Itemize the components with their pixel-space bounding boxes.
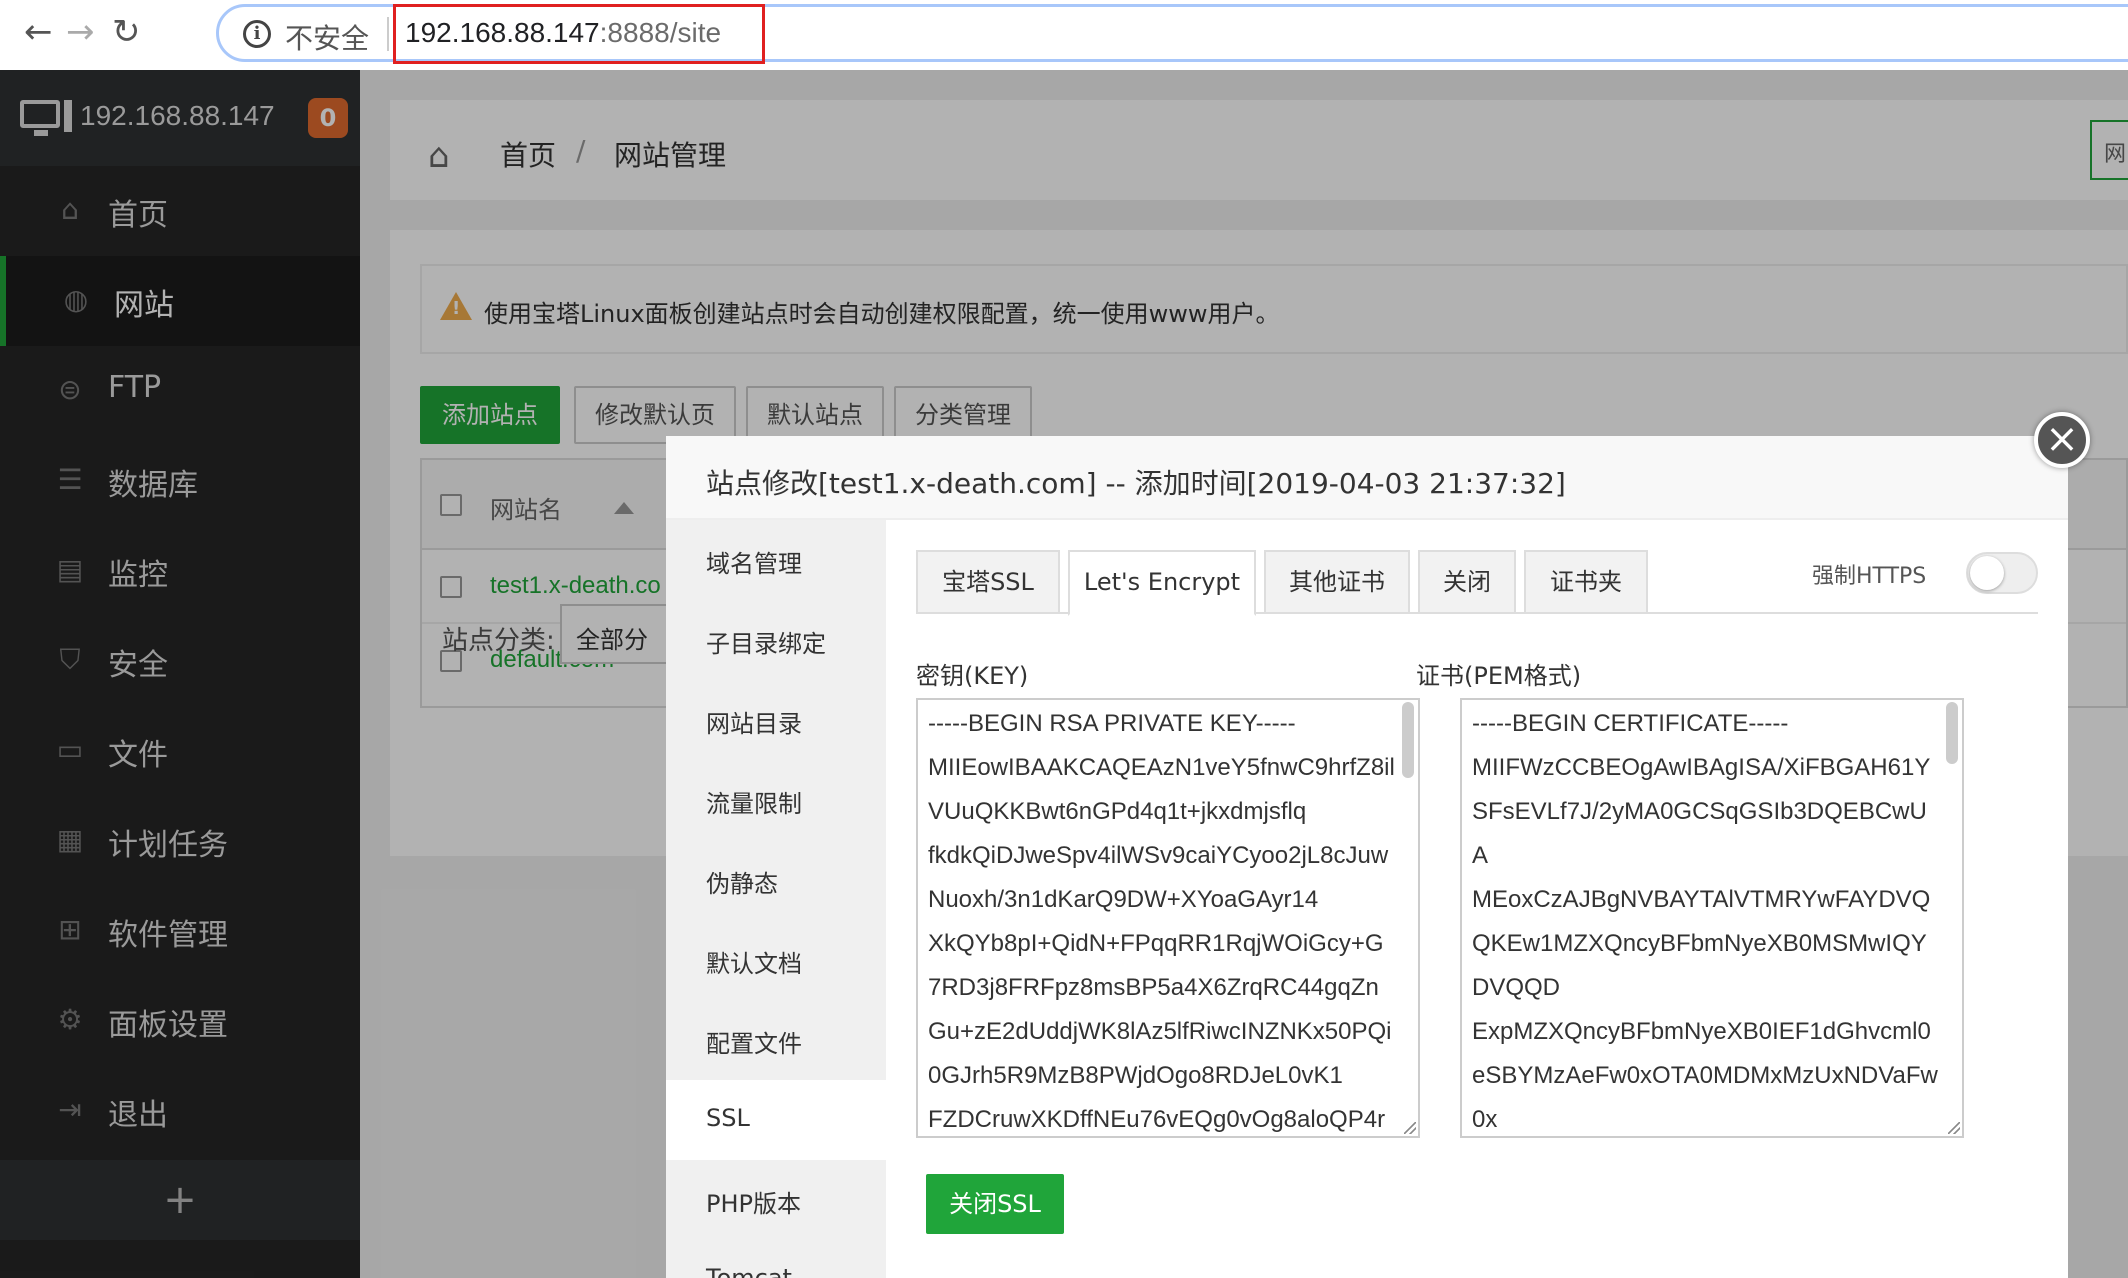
divider	[387, 17, 389, 51]
key-line: fkdkQiDJweSpv4ilWSv9caiYCyoo2jL8cJuw	[928, 842, 1389, 869]
key-label: 密钥(KEY)	[916, 662, 1029, 690]
tab-lets-encrypt[interactable]: Let's Encrypt	[1068, 550, 1256, 616]
browser-toolbar: ← → ↻ i 不安全 192.168.88.147:8888/site	[0, 0, 2128, 70]
key-line: Gu+zE2dUddjWK8lAz5lfRiwcINZNKx50PQi	[928, 1018, 1392, 1045]
key-line: 7RD3j8FRFpz8msBP5a4X6ZrqRC44gqZn	[928, 974, 1379, 1001]
modal-nav-site-dir[interactable]: 网站目录	[666, 680, 886, 760]
modal-nav-domain[interactable]: 域名管理	[666, 520, 886, 600]
url-text[interactable]: 192.168.88.147:8888/site	[405, 17, 721, 49]
nav-label: 流量限制	[706, 790, 802, 818]
key-line: VUuQKKBwt6nGPd4q1t+jkxdmjsflq	[928, 798, 1307, 825]
key-scrollbar[interactable]	[1402, 702, 1414, 778]
nav-label: PHP版本	[706, 1190, 801, 1218]
nav-label: SSL	[706, 1104, 750, 1132]
key-line: -----BEGIN RSA PRIVATE KEY-----	[928, 710, 1296, 737]
modal-nav-rewrite[interactable]: 伪静态	[666, 840, 886, 920]
insecure-label: 不安全	[285, 22, 370, 55]
cert-line: ExpMZXQncyBFbmNyeXB0IEF1dGhvcml0	[1472, 1018, 1931, 1045]
key-line: Nuoxh/3n1dKarQ9DW+XYoaGAyr14	[928, 886, 1319, 913]
cert-line: DVQQD	[1472, 974, 1561, 1001]
modal-header: 站点修改[test1.x-death.com] -- 添加时间[2019-04-…	[666, 436, 2068, 520]
modal-nav-default-doc[interactable]: 默认文档	[666, 920, 886, 1000]
key-line: MIIEowIBAAKCAQEAzN1veY5fnwC9hrfZ8il	[928, 754, 1395, 781]
cert-line: MEoxCzAJBgNVBAYTAlVTMRYwFAYDVQ	[1472, 886, 1931, 913]
force-https-toggle[interactable]	[1966, 552, 2038, 594]
modal-title: 站点修改[test1.x-death.com] -- 添加时间[2019-04-…	[706, 467, 1566, 500]
tab-other-cert[interactable]: 其他证书	[1264, 550, 1410, 614]
site-edit-modal: 站点修改[test1.x-death.com] -- 添加时间[2019-04-…	[666, 436, 2068, 1278]
resize-handle-icon[interactable]	[1404, 1122, 1416, 1134]
tab-close[interactable]: 关闭	[1418, 550, 1516, 614]
key-line: 0GJrh5R9MzB8PWjdOgo8RDJeL0vK1	[928, 1062, 1343, 1089]
modal-nav-php[interactable]: PHP版本	[666, 1160, 886, 1240]
cert-line: eSBYMzAeFw0xOTA0MDMxMzUxNDVaFw	[1472, 1062, 1938, 1089]
cert-line: A	[1472, 842, 1489, 869]
modal-side-nav: 域名管理 子目录绑定 网站目录 流量限制 伪静态 默认文档 配置文件 SSL P…	[666, 520, 886, 1278]
close-ssl-button[interactable]: 关闭SSL	[926, 1174, 1064, 1234]
reload-icon[interactable]: ↻	[112, 12, 141, 52]
force-https-label: 强制HTTPS	[1812, 564, 1927, 589]
modal-nav-traffic[interactable]: 流量限制	[666, 760, 886, 840]
nav-label: Tomcat	[706, 1264, 792, 1278]
toggle-knob	[1970, 556, 2004, 590]
cert-line: SFsEVLf7J/2yMA0GCSqGSIb3DQEBCwU	[1472, 798, 1927, 825]
cert-textarea[interactable]: -----BEGIN CERTIFICATE----- MIIFWzCCBEOg…	[1460, 698, 1964, 1138]
back-icon[interactable]: ←	[24, 12, 53, 52]
key-textarea[interactable]: -----BEGIN RSA PRIVATE KEY----- MIIEowIB…	[916, 698, 1420, 1138]
tab-bt-ssl[interactable]: 宝塔SSL	[916, 550, 1060, 614]
nav-label: 网站目录	[706, 710, 802, 738]
nav-label: 子目录绑定	[706, 630, 826, 658]
cert-scrollbar[interactable]	[1946, 702, 1958, 764]
cert-line: MIIFWzCCBEOgAwIBAgISA/XiFBGAH61Y	[1472, 754, 1931, 781]
close-icon[interactable]: ×	[2034, 412, 2090, 468]
key-line: FZDCruwXKDffNEu76vEQg0vOg8aloQP4r	[928, 1106, 1386, 1133]
nav-label: 域名管理	[706, 550, 802, 578]
url-host: 192.168.88.147	[405, 17, 600, 48]
info-icon[interactable]: i	[243, 20, 271, 48]
modal-nav-subdir[interactable]: 子目录绑定	[666, 600, 886, 680]
url-path: :8888/site	[599, 17, 722, 48]
nav-label: 伪静态	[706, 870, 778, 898]
key-line: XkQYb8pI+QidN+FPqqRR1RqjWOiGcy+G	[928, 930, 1384, 957]
cert-label: 证书(PEM格式)	[1416, 662, 1582, 690]
resize-handle-icon[interactable]	[1948, 1122, 1960, 1134]
cert-line: QKEw1MZXQncyBFbmNyeXB0MSMwIQY	[1472, 930, 1927, 957]
tab-cert-folder[interactable]: 证书夹	[1524, 550, 1648, 614]
modal-nav-config[interactable]: 配置文件	[666, 1000, 886, 1080]
forward-icon[interactable]: →	[66, 12, 95, 52]
address-bar[interactable]: i 不安全 192.168.88.147:8888/site	[216, 4, 2128, 64]
nav-label: 默认文档	[706, 950, 802, 978]
modal-nav-tomcat[interactable]: Tomcat	[666, 1240, 886, 1278]
nav-label: 配置文件	[706, 1030, 802, 1058]
cert-line: 0x	[1472, 1106, 1498, 1133]
cert-line: -----BEGIN CERTIFICATE-----	[1472, 710, 1789, 737]
modal-nav-ssl[interactable]: SSL	[666, 1080, 886, 1160]
